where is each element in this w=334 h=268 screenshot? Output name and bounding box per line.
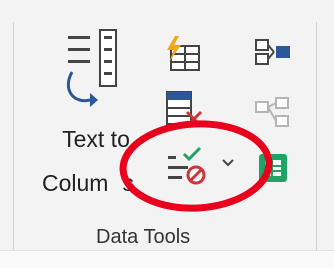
relationships-icon: [254, 96, 294, 130]
ribbon-bottom-edge: [0, 250, 334, 268]
text-to-columns-label-part1: Colum: [42, 170, 109, 196]
group-label: Data Tools: [96, 226, 191, 248]
group-separator-left: [13, 22, 14, 250]
consolidate-icon: [254, 36, 294, 70]
data-tools-group: Text to Colum s Data Tools: [0, 0, 334, 250]
relationships-button[interactable]: [254, 96, 294, 130]
manage-data-model-icon: [255, 150, 293, 186]
text-to-columns-icon: [64, 28, 134, 114]
text-to-columns-label-part2: s: [122, 170, 134, 196]
text-to-columns-label-line1: Text to: [62, 126, 130, 152]
flash-fill-icon: [163, 36, 205, 72]
data-validation-dropdown[interactable]: [220, 156, 236, 170]
chevron-down-icon: [220, 156, 236, 170]
data-validation-icon: [166, 146, 212, 186]
text-to-columns-label-line2: Colum s: [42, 170, 162, 197]
group-separator-right: [316, 22, 317, 250]
text-to-columns-button[interactable]: Text to Colum s: [36, 28, 156, 214]
data-validation-button[interactable]: [166, 146, 212, 186]
manage-data-model-button[interactable]: [255, 150, 293, 186]
consolidate-button[interactable]: [254, 36, 294, 70]
remove-duplicates-button[interactable]: [165, 90, 207, 130]
flash-fill-button[interactable]: [163, 36, 205, 72]
remove-duplicates-icon: [165, 90, 207, 130]
